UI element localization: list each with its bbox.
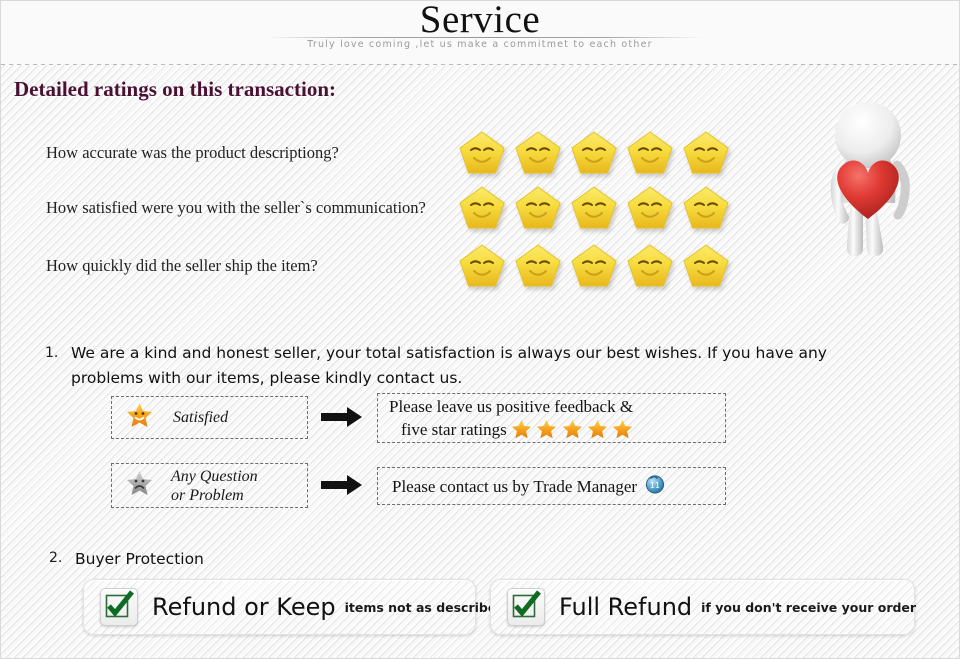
list-item-2-number: 2. bbox=[49, 550, 63, 566]
flow-right-text-line1: Please leave us positive feedback & bbox=[389, 397, 634, 416]
arrow-right-icon bbox=[321, 473, 363, 497]
smiley-star-icon[interactable] bbox=[515, 186, 561, 230]
sad-star-icon bbox=[126, 470, 153, 501]
header-divider bbox=[266, 37, 703, 38]
smiley-star-icon[interactable] bbox=[459, 131, 505, 175]
smiley-star-icon[interactable] bbox=[627, 186, 673, 230]
header-dashed-separator bbox=[1, 64, 959, 65]
protection-button-sub-label: if you don't receive your order bbox=[701, 599, 917, 615]
flow-left-label-problem-line2: or Problem bbox=[171, 486, 244, 504]
smiley-star-icon[interactable] bbox=[627, 244, 673, 288]
smiley-star-icon[interactable] bbox=[515, 131, 561, 175]
buyer-protection-label: Buyer Protection bbox=[75, 550, 204, 568]
rating-question-label: How quickly did the seller ship the item… bbox=[46, 256, 318, 275]
smiley-star-icon[interactable] bbox=[571, 131, 617, 175]
svg-text:11: 11 bbox=[650, 481, 660, 490]
protection-button-full-refund[interactable]: Full Refund if you don't receive your or… bbox=[490, 579, 917, 635]
section-title: Detailed ratings on this transaction: bbox=[14, 77, 336, 101]
rating-stars-accuracy[interactable] bbox=[459, 131, 729, 175]
smiley-star-icon[interactable] bbox=[627, 131, 673, 175]
rating-stars-shipping[interactable] bbox=[459, 244, 729, 288]
protection-button-main-label: Full Refund bbox=[559, 593, 693, 621]
list-item-1-text: We are a kind and honest seller, your to… bbox=[71, 344, 827, 387]
flow-left-box-problem[interactable]: Any Question or Problem bbox=[111, 463, 308, 508]
flow-right-text-trade-manager: Please contact us by Trade Manager bbox=[392, 476, 638, 496]
flow-left-label-problem: Any Question or Problem bbox=[171, 467, 258, 505]
protection-button-refund-or-keep[interactable]: Refund or Keep items not as described bbox=[83, 579, 505, 635]
orange-star-icon bbox=[587, 419, 608, 439]
flow-right-box-feedback[interactable]: Please leave us positive feedback & five… bbox=[377, 393, 726, 443]
smiley-star-icon[interactable] bbox=[459, 244, 505, 288]
flow-left-box-satisfied[interactable]: Satisfied bbox=[111, 396, 308, 439]
service-page: Service Truly love coming ,let us make a… bbox=[0, 0, 960, 659]
smiley-star-icon[interactable] bbox=[683, 244, 729, 288]
smiley-star-icon[interactable] bbox=[459, 186, 505, 230]
orange-star-icon bbox=[612, 419, 633, 439]
page-header: Service Truly love coming ,let us make a… bbox=[1, 1, 959, 65]
smiley-star-icon[interactable] bbox=[571, 244, 617, 288]
list-item-1-number: 1. bbox=[45, 345, 59, 361]
flow-right-text-line2: five star ratings bbox=[401, 420, 507, 439]
3d-person-holding-heart-icon bbox=[813, 99, 923, 267]
smiley-star-icon[interactable] bbox=[683, 131, 729, 175]
rating-stars-communication[interactable] bbox=[459, 186, 729, 230]
protection-button-main-label: Refund or Keep bbox=[152, 593, 336, 621]
green-check-icon bbox=[507, 588, 545, 626]
flow-left-label-satisfied: Satisfied bbox=[173, 409, 229, 426]
flow-right-box-trade-manager[interactable]: Please contact us by Trade Manager 11 bbox=[377, 467, 726, 505]
arrow-right-icon bbox=[321, 405, 363, 429]
happy-star-icon bbox=[126, 402, 153, 433]
flow-left-label-problem-line1: Any Question bbox=[171, 467, 258, 485]
trade-manager-icon[interactable]: 11 bbox=[645, 474, 665, 499]
smiley-star-icon[interactable] bbox=[571, 186, 617, 230]
header-subtitle: Truly love coming ,let us make a commitm… bbox=[307, 39, 653, 50]
orange-star-icon bbox=[536, 419, 557, 439]
orange-star-icon bbox=[562, 419, 583, 439]
protection-button-sub-label: items not as described bbox=[344, 599, 506, 615]
green-check-icon bbox=[100, 588, 138, 626]
page-title: Service bbox=[419, 0, 541, 41]
rating-question-label: How accurate was the product description… bbox=[46, 143, 339, 162]
rating-question-label: How satisfied were you with the seller`s… bbox=[46, 198, 426, 217]
smiley-star-icon[interactable] bbox=[515, 244, 561, 288]
orange-star-icon bbox=[511, 419, 532, 439]
orange-star-strip bbox=[511, 419, 633, 439]
smiley-star-icon[interactable] bbox=[683, 186, 729, 230]
